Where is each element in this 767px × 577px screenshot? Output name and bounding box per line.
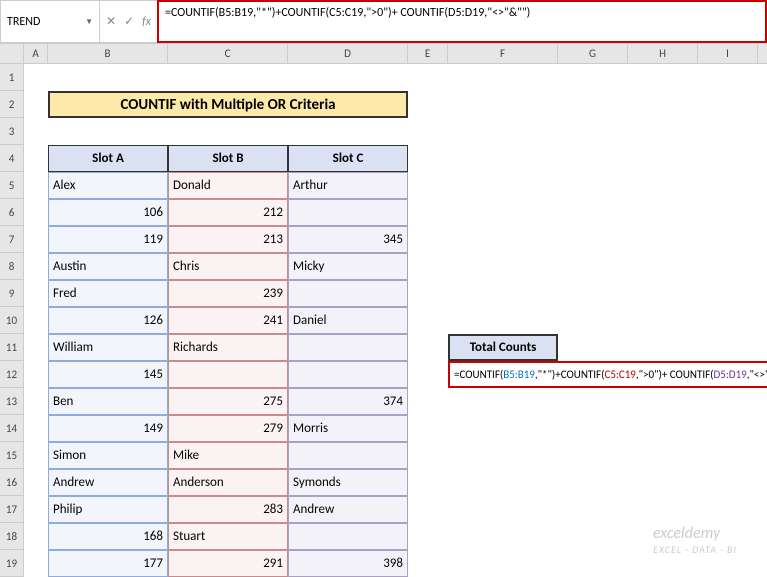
row-header[interactable]: 2 [0, 91, 24, 118]
cell-d7[interactable]: 345 [288, 226, 408, 253]
row-header[interactable]: 11 [0, 334, 24, 361]
cell-b10[interactable]: 126 [48, 307, 168, 334]
row-headers: 12345678910111213141516171819 [0, 64, 24, 577]
watermark-sub: EXCEL · DATA · BI [653, 543, 737, 556]
watermark-main: exceldemy [653, 524, 737, 543]
col-header-g[interactable]: G [558, 44, 628, 63]
row-header[interactable]: 12 [0, 361, 24, 388]
col-header-f[interactable]: F [448, 44, 558, 63]
cell-c11[interactable]: Richards [168, 334, 288, 361]
cell-d18[interactable] [288, 523, 408, 550]
cell-d15[interactable] [288, 442, 408, 469]
cell-d8[interactable]: Micky [288, 253, 408, 280]
fx-icon[interactable]: fx [142, 15, 151, 29]
col-header-e[interactable]: E [408, 44, 448, 63]
cell-b12[interactable]: 145 [48, 361, 168, 388]
cell-d13[interactable]: 374 [288, 388, 408, 415]
watermark: exceldemy EXCEL · DATA · BI [653, 524, 737, 556]
row-header[interactable]: 18 [0, 523, 24, 550]
row-header[interactable]: 14 [0, 415, 24, 442]
formula-result-cell[interactable]: =COUNTIF(B5:B19,"*")+COUNTIF(C5:C19,">0"… [448, 361, 767, 388]
row-header[interactable]: 15 [0, 442, 24, 469]
cell-b6[interactable]: 106 [48, 199, 168, 226]
cell-c16[interactable]: Anderson [168, 469, 288, 496]
row-header[interactable]: 9 [0, 280, 24, 307]
cell-b18[interactable]: 168 [48, 523, 168, 550]
cell-c7[interactable]: 213 [168, 226, 288, 253]
cell-d12[interactable] [288, 361, 408, 388]
spreadsheet-grid[interactable]: A B C D E F G H I 1234567891011121314151… [0, 44, 767, 64]
name-box[interactable]: TREND ▼ [0, 0, 100, 43]
cell-d5[interactable]: Arthur [288, 172, 408, 199]
row-header[interactable]: 10 [0, 307, 24, 334]
formula-bar-row: TREND ▼ ✕ ✓ fx =COUNTIF(B5:B19,"*")+COUN… [0, 0, 767, 44]
cell-d14[interactable]: Morris [288, 415, 408, 442]
cell-b15[interactable]: Simon [48, 442, 168, 469]
header-slot-a[interactable]: Slot A [48, 145, 168, 172]
formula-bar-text: =COUNTIF(B5:B19,"*")+COUNTIF(C5:C19,">0"… [165, 6, 530, 20]
cell-d6[interactable] [288, 199, 408, 226]
cell-c8[interactable]: Chris [168, 253, 288, 280]
col-header-i[interactable]: I [698, 44, 758, 63]
cell-b13[interactable]: Ben [48, 388, 168, 415]
title-cell[interactable]: COUNTIF with Multiple OR Criteria [48, 91, 408, 118]
column-headers: A B C D E F G H I [0, 44, 767, 64]
select-all-corner[interactable] [0, 44, 24, 63]
row-header[interactable]: 19 [0, 550, 24, 577]
row-header[interactable]: 13 [0, 388, 24, 415]
chevron-down-icon[interactable]: ▼ [85, 17, 93, 27]
col-header-h[interactable]: H [628, 44, 698, 63]
row-header[interactable]: 17 [0, 496, 24, 523]
header-slot-c[interactable]: Slot C [288, 145, 408, 172]
row-header[interactable]: 3 [0, 118, 24, 145]
cell-c17[interactable]: 283 [168, 496, 288, 523]
confirm-icon[interactable]: ✓ [124, 14, 134, 29]
cell-b14[interactable]: 149 [48, 415, 168, 442]
cell-b17[interactable]: Philip [48, 496, 168, 523]
header-slot-b[interactable]: Slot B [168, 145, 288, 172]
cell-c5[interactable]: Donald [168, 172, 288, 199]
row-header[interactable]: 1 [0, 64, 24, 91]
cell-d16[interactable]: Symonds [288, 469, 408, 496]
row-header[interactable]: 8 [0, 253, 24, 280]
cancel-icon[interactable]: ✕ [106, 14, 116, 29]
cell-c13[interactable]: 275 [168, 388, 288, 415]
total-counts-header[interactable]: Total Counts [448, 334, 558, 361]
cell-b16[interactable]: Andrew [48, 469, 168, 496]
cell-b7[interactable]: 119 [48, 226, 168, 253]
cell-d19[interactable]: 398 [288, 550, 408, 577]
row-header[interactable]: 6 [0, 199, 24, 226]
col-header-a[interactable]: A [24, 44, 48, 63]
cell-c6[interactable]: 212 [168, 199, 288, 226]
cell-c15[interactable]: Mike [168, 442, 288, 469]
cell-d10[interactable]: Daniel [288, 307, 408, 334]
row-header[interactable]: 4 [0, 145, 24, 172]
row-header[interactable]: 5 [0, 172, 24, 199]
col-header-d[interactable]: D [288, 44, 408, 63]
cell-d11[interactable] [288, 334, 408, 361]
col-header-c[interactable]: C [168, 44, 288, 63]
cell-c9[interactable]: 239 [168, 280, 288, 307]
cell-b5[interactable]: Alex [48, 172, 168, 199]
col-header-b[interactable]: B [48, 44, 168, 63]
cell-c14[interactable]: 279 [168, 415, 288, 442]
cell-b11[interactable]: William [48, 334, 168, 361]
row-header[interactable]: 16 [0, 469, 24, 496]
cell-c10[interactable]: 241 [168, 307, 288, 334]
cell-c19[interactable]: 291 [168, 550, 288, 577]
cell-d9[interactable] [288, 280, 408, 307]
cell-b9[interactable]: Fred [48, 280, 168, 307]
row-header[interactable]: 7 [0, 226, 24, 253]
name-box-value: TREND [7, 15, 40, 29]
cell-c18[interactable]: Stuart [168, 523, 288, 550]
cell-d17[interactable]: Andrew [288, 496, 408, 523]
cell-c12[interactable] [168, 361, 288, 388]
cell-b8[interactable]: Austin [48, 253, 168, 280]
formula-bar[interactable]: =COUNTIF(B5:B19,"*")+COUNTIF(C5:C19,">0"… [157, 0, 767, 43]
cell-b19[interactable]: 177 [48, 550, 168, 577]
formula-controls: ✕ ✓ fx [100, 0, 157, 43]
